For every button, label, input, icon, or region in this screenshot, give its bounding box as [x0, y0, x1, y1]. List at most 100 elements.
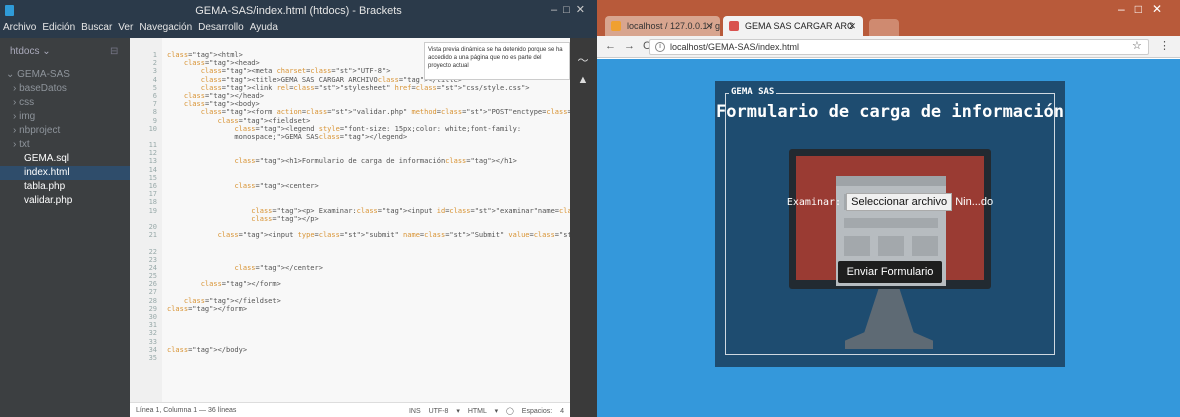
line-number: 4 — [152, 75, 157, 84]
close-icon[interactable]: ✕ — [705, 21, 713, 32]
close-icon[interactable]: ✕ — [848, 21, 856, 32]
status-indicators[interactable]: INS UTF-8 ▾ HTML ▾ ◯ Espacios: 4 — [409, 407, 564, 415]
code-line[interactable] — [167, 141, 570, 149]
line-number: 29 — [148, 304, 157, 313]
tree-folder[interactable]: ⌄ GEMA-SAS — [0, 68, 130, 82]
chrome-window: localhost / 127.0.0.1 / ge ✕ GEMA SAS CA… — [597, 0, 1180, 417]
code-line[interactable] — [167, 329, 570, 337]
line-number: 28 — [148, 296, 157, 305]
line-number: 31 — [148, 321, 157, 330]
code-line[interactable]: class="tag"></head> — [167, 92, 570, 100]
bookmark-star-icon[interactable]: ☆ — [1132, 39, 1142, 52]
code-line[interactable]: class="tag"><input type=class="st">"subm… — [167, 231, 570, 239]
live-preview-tooltip: Vista previa dinámica se ha detenido por… — [424, 42, 570, 80]
right-toolbar: 〜 ▲ — [570, 38, 597, 417]
live-preview-icon[interactable]: 〜 — [576, 52, 590, 67]
code-line[interactable]: class="tag"></form> — [167, 280, 570, 288]
file-tree: ⌄ GEMA-SAS › baseDatos › css › img › nbproje… — [0, 68, 130, 208]
tree-folder[interactable]: › nbproject — [0, 124, 130, 138]
window-controls[interactable]: –□✕ — [551, 3, 591, 16]
code-line[interactable] — [167, 256, 570, 264]
line-gutter: 1 2 3 4 5 6 7 8 9 10 11 12 13 14 15 16 17 18 19 20 21 22 23 24 2… — [130, 38, 162, 402]
menu-item-0[interactable]: Archivo — [3, 22, 36, 33]
tree-file[interactable]: index.html — [0, 166, 130, 180]
code-line[interactable]: class="tag"><h1>Formulario de carga de i… — [167, 157, 570, 165]
submit-button[interactable]: Enviar Formulario — [838, 261, 942, 283]
tree-file[interactable]: GEMA.sql — [0, 152, 130, 166]
info-icon[interactable]: i — [655, 42, 665, 52]
code-line[interactable]: class="tag"><legend style="font-size: 15… — [167, 125, 570, 133]
line-number: 3 — [152, 67, 157, 76]
code-line[interactable] — [167, 288, 570, 296]
code-line[interactable]: class="tag"><p> Examinar:class="tag"><in… — [167, 207, 570, 215]
line-number: 30 — [148, 313, 157, 321]
line-number — [130, 133, 157, 141]
line-number: 20 — [148, 222, 157, 231]
code-line[interactable]: class="tag"><center> — [167, 182, 570, 190]
line-number: 10 — [148, 124, 157, 133]
code-line[interactable]: class="tag"></center> — [167, 264, 570, 272]
code-line[interactable] — [167, 149, 570, 157]
menu-item-1[interactable]: Edición — [42, 22, 75, 33]
code-line[interactable]: class="tag"><fieldset> — [167, 117, 570, 125]
code-line[interactable] — [167, 313, 570, 321]
window-block — [912, 236, 938, 256]
file-status: Nin...do — [955, 196, 994, 208]
tree-folder[interactable]: › baseDatos — [0, 82, 130, 96]
code-line[interactable] — [167, 190, 570, 198]
code-line[interactable] — [167, 338, 570, 346]
tree-file[interactable]: tabla.php — [0, 180, 130, 194]
code-line[interactable]: class="tag"><form action=class="st">"val… — [167, 108, 570, 116]
tree-folder[interactable]: › css — [0, 96, 130, 110]
choose-file-button[interactable]: Seleccionar archivo — [846, 193, 953, 211]
code-line[interactable] — [167, 174, 570, 182]
menu-item-5[interactable]: Desarrollo — [198, 22, 244, 33]
code-line[interactable]: class="tag"><link rel=class="st">"styles… — [167, 84, 570, 92]
code-line[interactable] — [167, 272, 570, 280]
line-number: 19 — [148, 206, 157, 215]
tree-file[interactable]: validar.php — [0, 194, 130, 208]
line-number: 7 — [152, 100, 157, 109]
code-line[interactable]: class="tag"></p> — [167, 215, 570, 223]
code-line[interactable]: class="tag"></form> — [167, 305, 570, 313]
code-line[interactable]: class="tag"></fieldset> — [167, 297, 570, 305]
menu-item-4[interactable]: Navegación — [139, 22, 192, 33]
code-line[interactable]: monospace;">GEMA SASclass="tag"></legend… — [167, 133, 570, 141]
menu-item-2[interactable]: Buscar — [81, 22, 112, 33]
tree-folder[interactable]: › txt — [0, 138, 130, 152]
phpmyadmin-icon — [611, 21, 621, 31]
line-number: 14 — [148, 165, 157, 174]
code-line[interactable] — [167, 166, 570, 174]
toolbar: ←→C i localhost/GEMA-SAS/index.html ☆ ⋮ — [597, 36, 1180, 58]
chrome-menu-icon[interactable]: ⋮ — [1159, 39, 1170, 52]
window-block — [844, 236, 870, 256]
code-line[interactable] — [167, 321, 570, 329]
code-line[interactable] — [167, 198, 570, 206]
code-line[interactable]: class="tag"></body> — [167, 346, 570, 354]
new-tab-button[interactable] — [869, 19, 899, 36]
line-number: 12 — [148, 149, 157, 158]
line-number: 34 — [148, 345, 157, 354]
menu-item-3[interactable]: Ver — [118, 22, 133, 33]
tab-phpmyadmin[interactable]: localhost / 127.0.0.1 / ge ✕ — [605, 16, 720, 36]
code-text[interactable]: class="tag"><html> class="tag"><head> cl… — [167, 51, 570, 362]
line-number: 32 — [148, 329, 157, 338]
menu-item-6[interactable]: Ayuda — [250, 22, 278, 33]
code-line[interactable] — [167, 239, 570, 247]
code-line[interactable]: class="tag"><body> — [167, 100, 570, 108]
line-number: 25 — [148, 272, 157, 281]
window-controls[interactable]: –□✕ — [1118, 2, 1172, 16]
address-bar[interactable]: i localhost/GEMA-SAS/index.html — [649, 39, 1149, 55]
split-view-icon[interactable]: ⊟ — [110, 46, 118, 57]
window-block — [844, 218, 938, 228]
extension-manager-icon[interactable]: ▲ — [576, 74, 590, 86]
code-line[interactable] — [167, 354, 570, 362]
line-number: 24 — [148, 263, 157, 272]
code-line[interactable] — [167, 223, 570, 231]
tab-gema-sas[interactable]: GEMA SAS CARGAR ARC ✕ — [723, 16, 863, 36]
tree-folder[interactable]: › img — [0, 110, 130, 124]
code-line[interactable] — [167, 248, 570, 256]
code-editor[interactable]: 1 2 3 4 5 6 7 8 9 10 11 12 13 14 15 16 17 18 19 20 21 22 23 24 2… — [130, 38, 570, 402]
project-dropdown[interactable]: htdocs ⌄ — [10, 46, 51, 57]
line-number: 5 — [152, 83, 157, 92]
